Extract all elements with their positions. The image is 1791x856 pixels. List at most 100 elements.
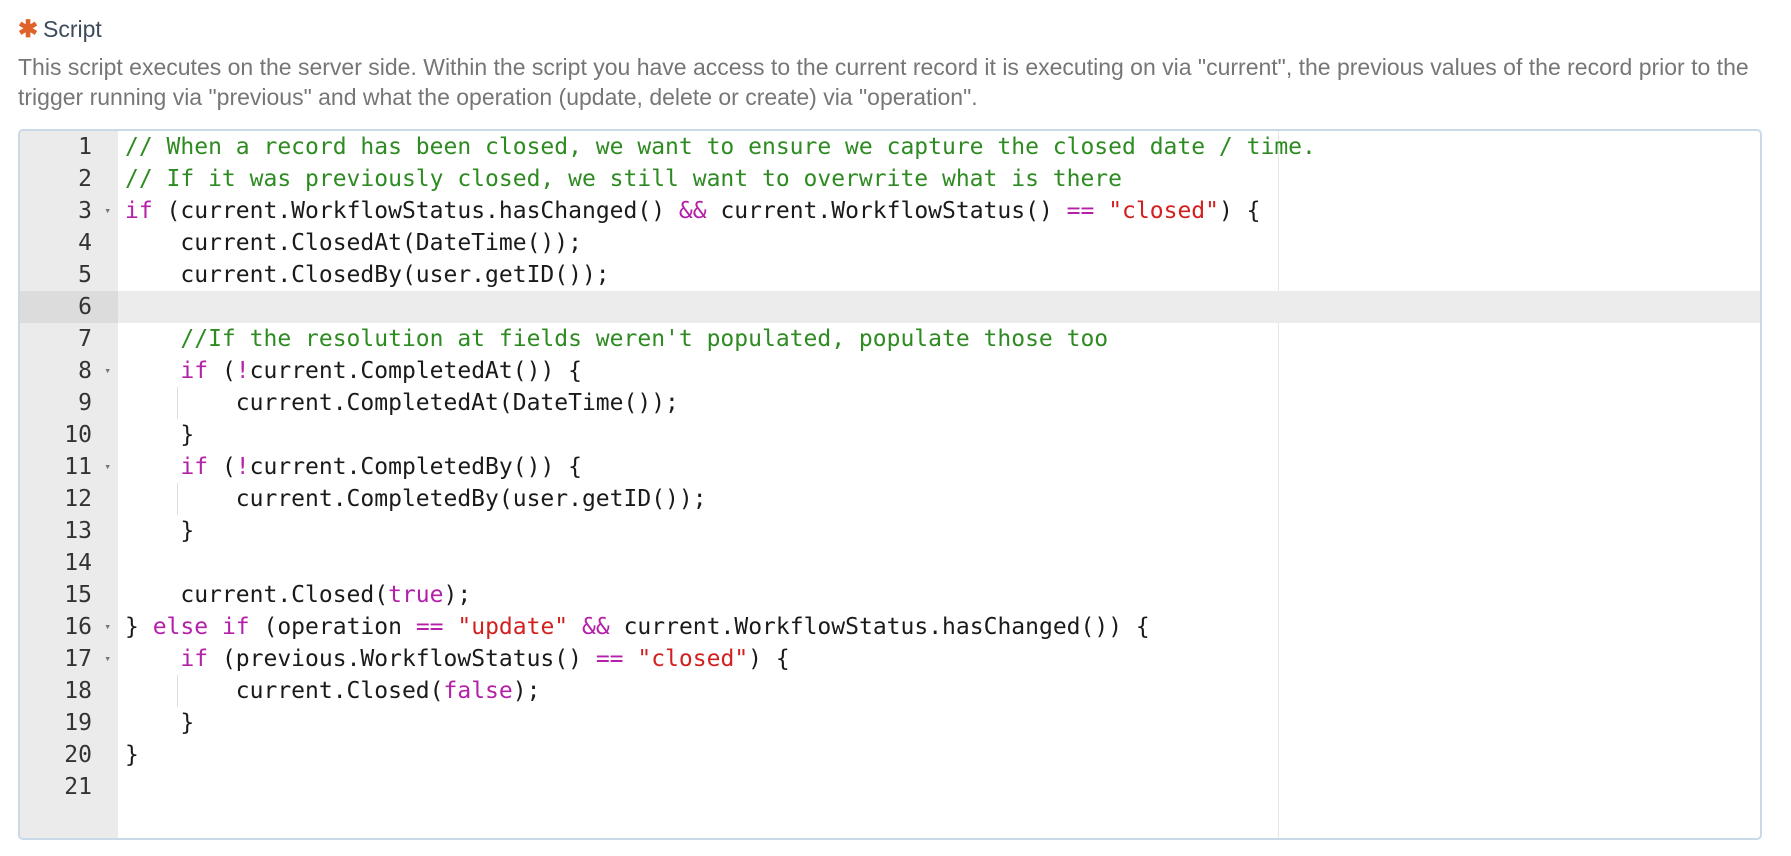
line-number: 9: [20, 387, 118, 419]
line-number: 13: [20, 515, 118, 547]
code-token-string: "closed": [637, 646, 749, 672]
line-number: 16 ▾: [20, 611, 118, 643]
line-number-text: 1: [78, 134, 92, 160]
code-token-plain: current.WorkflowStatus.hasChanged()) {: [609, 614, 1150, 640]
code-text[interactable]: if (!current.CompletedBy()) {: [125, 451, 582, 483]
code-token-plain: (operation: [249, 614, 416, 640]
code-line[interactable]: 6: [20, 291, 1760, 323]
line-number: 15: [20, 579, 118, 611]
code-line[interactable]: 10 }: [20, 419, 1760, 451]
code-line[interactable]: 19 }: [20, 707, 1760, 739]
line-number-text: 12: [64, 486, 92, 512]
line-number-text: 9: [78, 390, 92, 416]
fold-toggle-icon[interactable]: ▾: [104, 611, 111, 643]
code-text[interactable]: } else if (operation == "update" && curr…: [125, 611, 1150, 643]
line-number: 12: [20, 483, 118, 515]
code-line[interactable]: 3 ▾ if (current.WorkflowStatus.hasChanged(…: [20, 195, 1760, 227]
code-text[interactable]: current.Closed(false);: [125, 675, 541, 707]
code-token-plain: current.CompletedAt()) {: [249, 358, 582, 384]
code-line[interactable]: 1 // When a record has been closed, we wa…: [20, 131, 1760, 163]
line-number-text: 21: [64, 774, 92, 800]
code-text[interactable]: if (previous.WorkflowStatus() == "closed…: [125, 643, 789, 675]
code-token-plain: (: [208, 358, 236, 384]
code-text[interactable]: }: [125, 739, 139, 771]
code-text[interactable]: current.Closed(true);: [125, 579, 471, 611]
code-line[interactable]: 14: [20, 547, 1760, 579]
code-line[interactable]: 7 //If the resolution at fields weren't …: [20, 323, 1760, 355]
code-text[interactable]: if (!current.CompletedAt()) {: [125, 355, 582, 387]
code-line[interactable]: 4 current.ClosedAt(DateTime());: [20, 227, 1760, 259]
code-line[interactable]: 15 current.Closed(true);: [20, 579, 1760, 611]
code-line[interactable]: 11 ▾ if (!current.CompletedBy()) {: [20, 451, 1760, 483]
line-number: 6: [20, 291, 118, 323]
code-token-keyword: if: [180, 454, 209, 480]
code-line[interactable]: 20}: [20, 739, 1760, 771]
code-token-plain: current.Closed(: [125, 582, 389, 608]
line-number: 3 ▾: [20, 195, 118, 227]
code-token-plain: }: [125, 742, 139, 768]
code-editor[interactable]: 1 // When a record has been closed, we wa…: [18, 129, 1762, 840]
code-token-op: &&: [582, 614, 610, 640]
code-token-plain: }: [125, 614, 153, 640]
code-line[interactable]: 12 current.CompletedBy(user.getID());: [20, 483, 1760, 515]
fold-toggle-icon[interactable]: ▾: [104, 643, 111, 675]
code-line[interactable]: 16 ▾ } else if (operation == "update" && c…: [20, 611, 1760, 643]
line-number-text: 17: [64, 646, 92, 672]
line-number-text: 3: [78, 198, 92, 224]
line-number: 4: [20, 227, 118, 259]
code-token-comment: // If it was previously closed, we still…: [125, 166, 1122, 192]
code-line[interactable]: 17 ▾ if (previous.WorkflowStatus() == "cl…: [20, 643, 1760, 675]
code-token-string: "update": [457, 614, 569, 640]
code-text[interactable]: current.ClosedAt(DateTime());: [125, 227, 582, 259]
code-token-string: "closed": [1108, 198, 1219, 224]
code-token-plain: (previous.WorkflowStatus(): [208, 646, 596, 672]
fold-toggle-icon[interactable]: ▾: [104, 355, 111, 387]
code-line[interactable]: 18 current.Closed(false);: [20, 675, 1760, 707]
line-number-text: 18: [64, 678, 92, 704]
line-number-text: 19: [64, 710, 92, 736]
code-line[interactable]: 9 current.CompletedAt(DateTime());: [20, 387, 1760, 419]
code-token-plain: current.WorkflowStatus(): [706, 198, 1067, 224]
code-text[interactable]: }: [125, 419, 194, 451]
line-number-text: 16: [64, 614, 92, 640]
code-token-keyword: else if: [152, 614, 250, 640]
code-line[interactable]: 8 ▾ if (!current.CompletedAt()) {: [20, 355, 1760, 387]
code-token-plain: (current.WorkflowStatus.hasChanged(): [152, 198, 679, 224]
field-header: ✱ Script: [18, 14, 102, 44]
code-line[interactable]: 2 // If it was previously closed, we stil…: [20, 163, 1760, 195]
fold-toggle-icon[interactable]: ▾: [104, 195, 111, 227]
code-token-plain: current.Closed(: [125, 678, 444, 704]
code-text[interactable]: // When a record has been closed, we wan…: [125, 131, 1316, 163]
code-text[interactable]: current.CompletedAt(DateTime());: [125, 387, 679, 419]
line-number: 8 ▾: [20, 355, 118, 387]
code-token-keyword: true: [388, 582, 444, 608]
required-marker: ✱: [18, 16, 39, 43]
code-text[interactable]: current.ClosedBy(user.getID());: [125, 259, 610, 291]
code-line[interactable]: 13 }: [20, 515, 1760, 547]
code-line[interactable]: 21: [20, 771, 1760, 803]
code-token-plain: current.ClosedBy(user.getID());: [125, 262, 610, 288]
code-text[interactable]: //If the resolution at fields weren't po…: [125, 323, 1108, 355]
line-number: 7: [20, 323, 118, 355]
code-lines[interactable]: 1 // When a record has been closed, we wa…: [20, 131, 1760, 803]
code-text[interactable]: // If it was previously closed, we still…: [125, 163, 1122, 195]
code-text[interactable]: current.CompletedBy(user.getID());: [125, 483, 707, 515]
code-token-plain: }: [125, 518, 195, 544]
line-number-text: 20: [64, 742, 92, 768]
code-text[interactable]: if (current.WorkflowStatus.hasChanged() …: [125, 195, 1261, 227]
line-number: 17 ▾: [20, 643, 118, 675]
field-description: This script executes on the server side.…: [18, 54, 1749, 110]
code-line[interactable]: 5 current.ClosedBy(user.getID());: [20, 259, 1760, 291]
code-text[interactable]: }: [125, 707, 194, 739]
fold-toggle-icon[interactable]: ▾: [104, 451, 111, 483]
line-number-text: 11: [64, 454, 92, 480]
code-token-plain: current.CompletedBy(user.getID());: [125, 486, 707, 512]
code-text[interactable]: }: [125, 515, 194, 547]
code-token-op: &&: [678, 198, 707, 224]
line-number: 10: [20, 419, 118, 451]
line-number: 20: [20, 739, 118, 771]
